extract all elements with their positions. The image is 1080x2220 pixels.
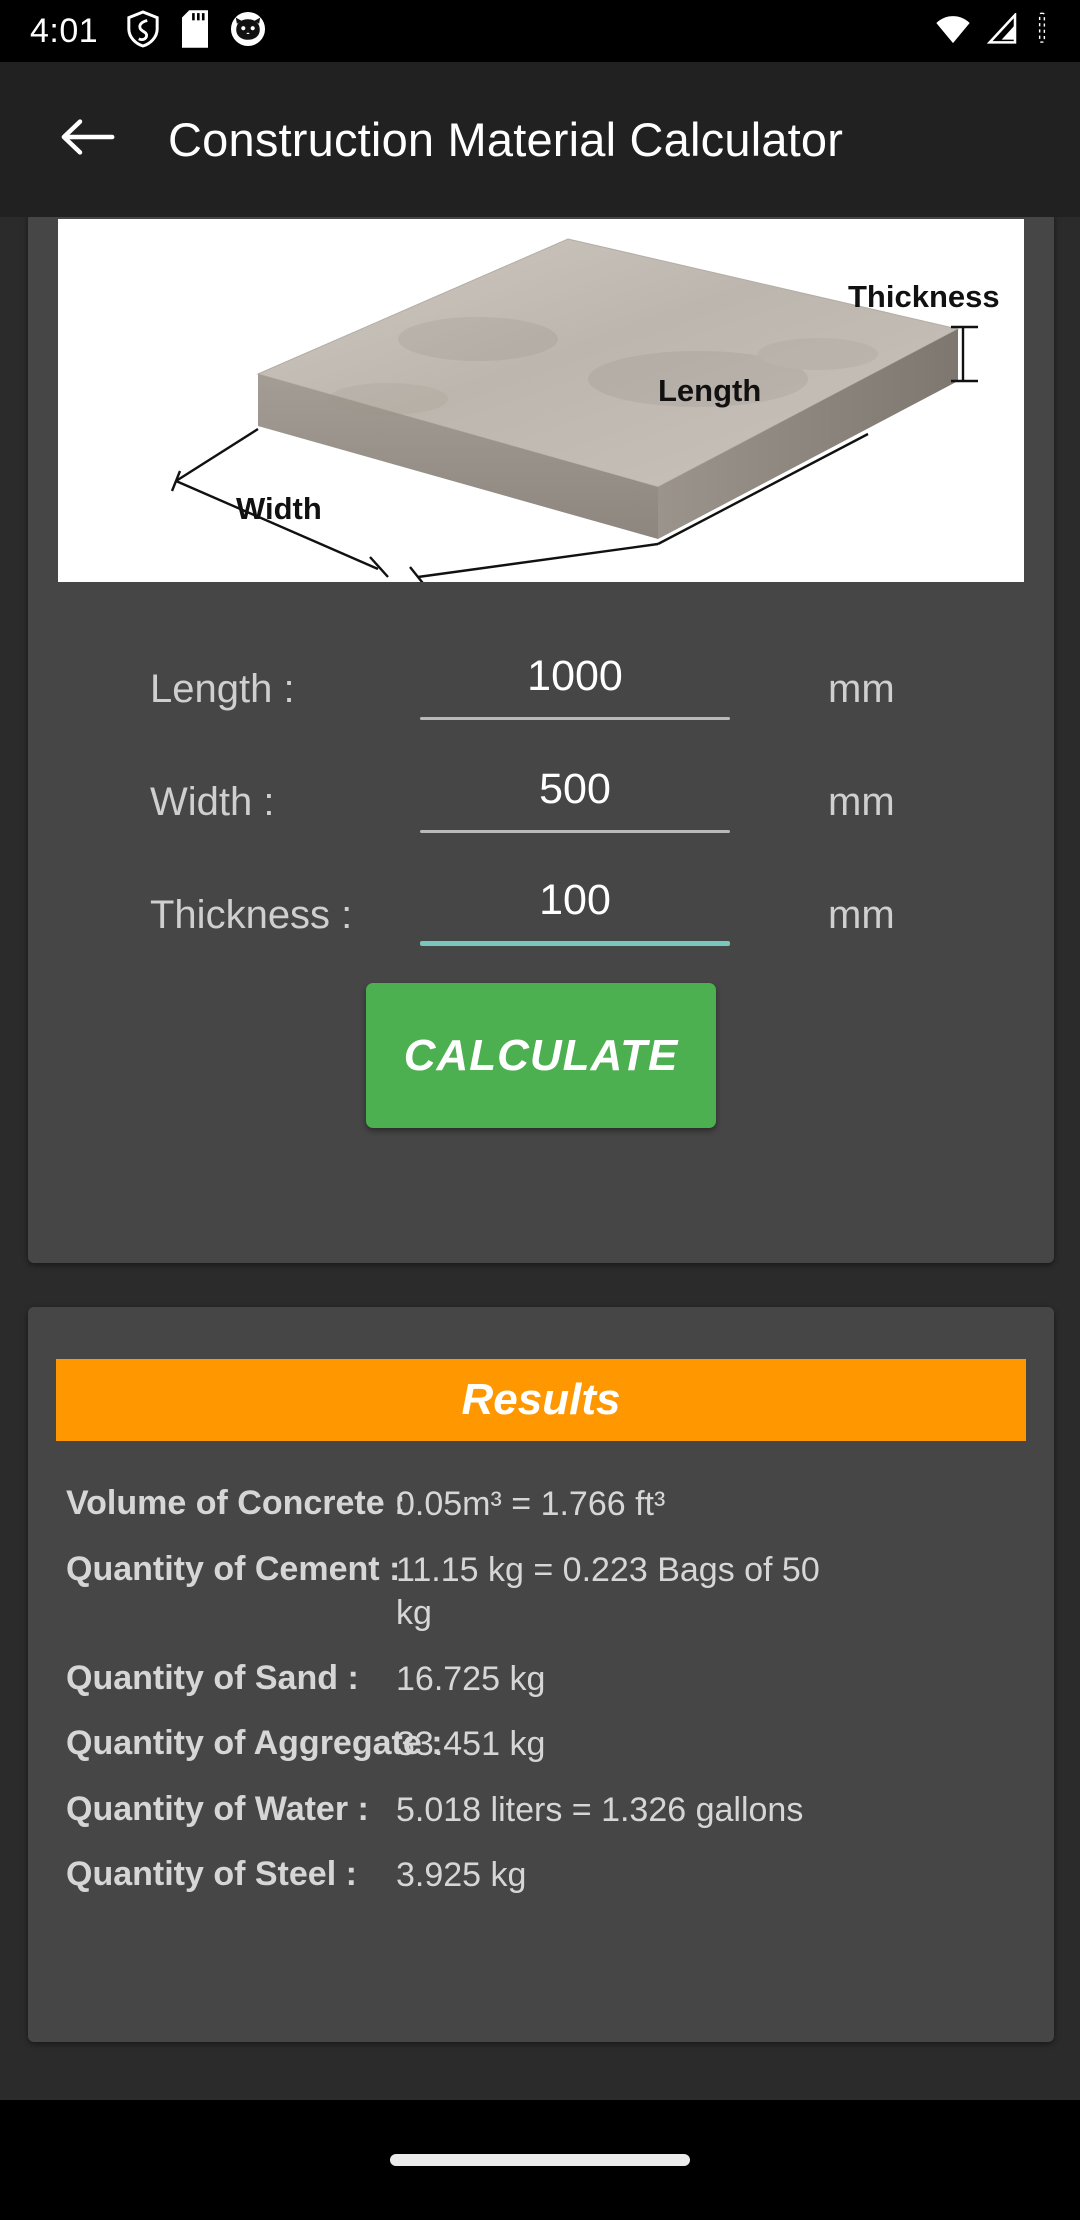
cat-avatar-icon — [230, 11, 266, 52]
diagram-label-width: Width — [236, 491, 322, 526]
width-value[interactable]: 500 — [420, 765, 730, 830]
results-list: Volume of Concrete : 0.05m³ = 1.766 ft³ … — [28, 1483, 1054, 1898]
back-arrow-icon — [59, 117, 115, 162]
results-card: Results Volume of Concrete : 0.05m³ = 1.… — [28, 1307, 1054, 2042]
phone-screen: 4:01 Construction Material Calculator Wi… — [0, 0, 1080, 2220]
width-unit: mm — [828, 780, 895, 824]
result-row-quantity-of-steel: Quantity of Steel : 3.925 kg — [66, 1854, 1054, 1898]
result-row-quantity-of-cement: Quantity of Cement : 11.15 kg = 0.223 Ba… — [66, 1549, 1054, 1636]
status-bar-system-icons — [934, 11, 1050, 51]
result-row-quantity-of-sand: Quantity of Sand : 16.725 kg — [66, 1658, 1054, 1702]
result-label: Quantity of Water : — [66, 1789, 369, 1828]
shield-icon — [126, 9, 160, 53]
length-underline — [420, 717, 730, 720]
input-card: Width Length Thickness Length : 1000 mm … — [28, 217, 1054, 1263]
result-label: Quantity of Aggregate : — [66, 1724, 443, 1763]
result-value: 0.05m³ = 1.766 ft³ — [396, 1485, 666, 1523]
result-value: 33.451 kg — [396, 1725, 546, 1764]
calculate-button-wrap: CALCULATE — [28, 983, 1054, 1128]
result-label: Quantity of Steel : — [66, 1855, 357, 1894]
width-input[interactable]: 500 — [420, 765, 730, 839]
page-title: Construction Material Calculator — [168, 113, 844, 166]
length-input[interactable]: 1000 — [420, 652, 730, 726]
status-bar-clock: 4:01 — [30, 11, 99, 50]
result-value: 3.925 kg — [396, 1856, 527, 1895]
app-bar: Construction Material Calculator — [0, 62, 1080, 217]
result-label: Quantity of Sand : — [66, 1658, 359, 1697]
dimension-fields: Length : 1000 mm Width : 500 mm Thicknes… — [28, 613, 1054, 952]
status-bar-notification-icons — [126, 9, 266, 53]
calculate-button[interactable]: CALCULATE — [366, 983, 716, 1128]
concrete-slab-diagram: Width Length Thickness — [58, 219, 1024, 582]
result-label: Quantity of Cement : — [66, 1549, 401, 1588]
result-label: Volume of Concrete : — [66, 1484, 406, 1522]
wifi-icon — [934, 13, 972, 50]
home-gesture-pill[interactable] — [390, 2154, 690, 2166]
battery-icon — [1034, 12, 1050, 51]
width-underline — [420, 830, 730, 833]
field-row-length: Length : 1000 mm — [28, 613, 1054, 726]
thickness-input[interactable]: 100 — [420, 876, 730, 952]
gesture-navigation-bar — [0, 2100, 1080, 2220]
thickness-label: Thickness : — [150, 893, 353, 937]
diagram-label-length: Length — [658, 373, 761, 408]
result-row-volume-of-concrete: Volume of Concrete : 0.05m³ = 1.766 ft³ — [66, 1483, 1054, 1527]
results-header-label: Results — [461, 1375, 621, 1424]
back-button[interactable] — [48, 101, 126, 179]
field-row-width: Width : 500 mm — [28, 726, 1054, 839]
thickness-underline-focused — [420, 941, 730, 946]
field-row-thickness: Thickness : 100 mm — [28, 839, 1054, 952]
result-row-quantity-of-water: Quantity of Water : 5.018 liters = 1.326… — [66, 1789, 1054, 1833]
result-value: 5.018 liters = 1.326 gallons — [396, 1790, 804, 1829]
width-label: Width : — [150, 780, 275, 824]
scroll-content[interactable]: Width Length Thickness Length : 1000 mm … — [0, 217, 1080, 2100]
status-bar: 4:01 — [0, 0, 1080, 62]
results-header: Results — [56, 1359, 1026, 1441]
result-value: 11.15 kg = 0.223 Bags of 50 kg — [396, 1550, 820, 1633]
result-row-quantity-of-aggregate: Quantity of Aggregate : 33.451 kg — [66, 1723, 1054, 1767]
sd-card-icon — [182, 9, 209, 53]
length-value[interactable]: 1000 — [420, 652, 730, 717]
length-label: Length : — [150, 667, 295, 711]
thickness-unit: mm — [828, 893, 895, 937]
result-value: 16.725 kg — [396, 1659, 546, 1698]
diagram-label-thickness: Thickness — [848, 279, 1000, 314]
cellular-signal-icon — [986, 11, 1020, 50]
length-unit: mm — [828, 667, 895, 711]
thickness-value[interactable]: 100 — [420, 876, 730, 941]
